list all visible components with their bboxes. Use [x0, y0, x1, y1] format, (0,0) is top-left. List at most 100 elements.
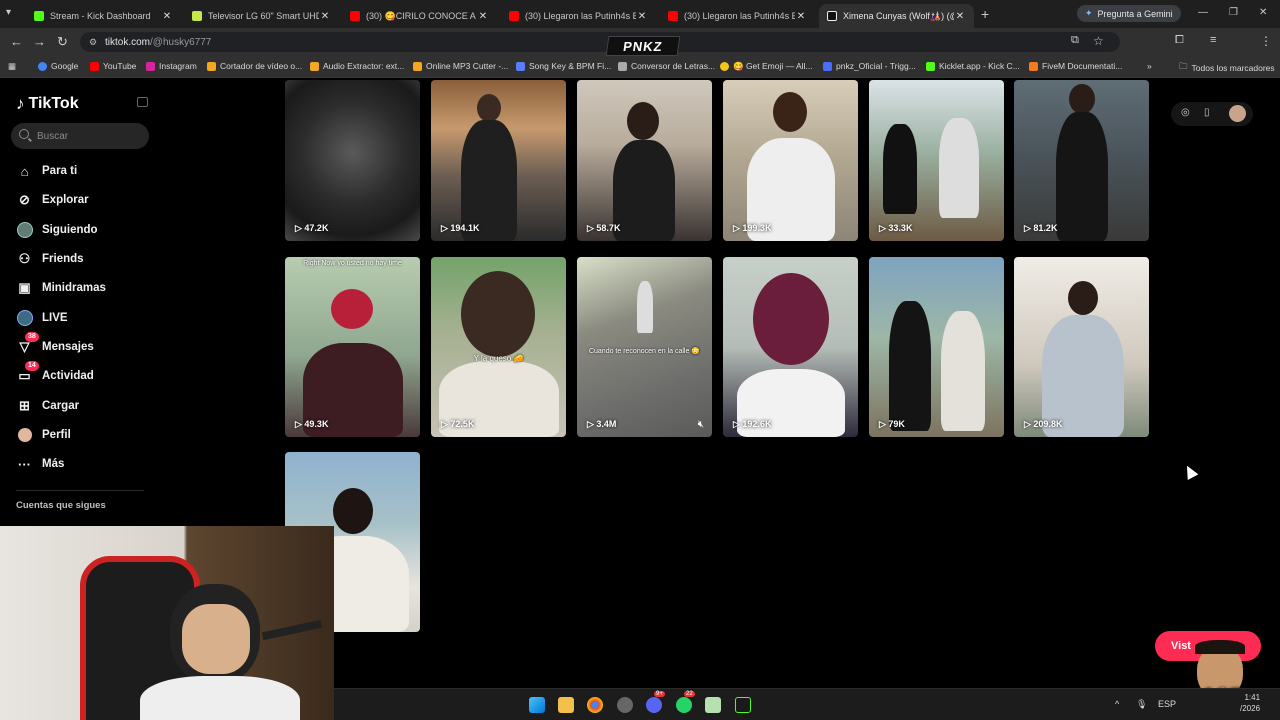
gemini-button[interactable]: ✦ Pregunta a Gemini — [1077, 5, 1181, 22]
bookmark-item[interactable]: FiveM Documentati... — [1029, 61, 1122, 71]
app-icon[interactable] — [617, 697, 633, 713]
close-window-icon[interactable]: ✕ — [1259, 7, 1267, 18]
browser-tab[interactable]: (30) Llegaron las Putinh4s Brasil ✕ — [501, 4, 656, 28]
video-tile[interactable]: Cuando te reconocen en la calle 😳 ▷ 3.4M… — [577, 257, 712, 437]
nav-item-perfil[interactable]: Perfil — [16, 424, 71, 446]
extensions-puzzle-icon[interactable]: ⧠ — [1175, 34, 1184, 47]
bookmark-item[interactable]: Kicklet.app - Kick C... — [926, 61, 1020, 71]
more-bookmarks-icon[interactable]: » — [1147, 61, 1152, 71]
browser-tab[interactable]: (30) 😋CIRILO CONOCE A POM ✕ — [342, 4, 497, 28]
person-figure — [182, 604, 250, 674]
new-tab-button[interactable]: + — [981, 6, 989, 22]
close-icon[interactable]: ✕ — [319, 11, 331, 22]
video-tile[interactable]: ▷ 194.1K — [431, 80, 566, 241]
file-explorer-icon[interactable] — [558, 697, 574, 713]
notification-badge: 22 — [684, 691, 695, 697]
browser-tab[interactable]: (30) Llegaron las Putinh4s Brasil ✕ — [660, 4, 815, 28]
minimize-icon[interactable]: — — [1198, 7, 1208, 18]
microphone-icon[interactable]: 🎙︎ — [1136, 699, 1147, 710]
close-icon[interactable]: ✕ — [954, 11, 966, 22]
video-tile[interactable]: ▷ 209.8K — [1014, 257, 1149, 437]
video-tile[interactable]: ▷ 192.6K — [723, 257, 858, 437]
video-tile[interactable]: ▷ 81.2K — [1014, 80, 1149, 241]
menu-dots-icon[interactable]: ⋮ — [1260, 34, 1272, 48]
notification-badge: 9+ — [654, 691, 665, 697]
apps-grid-icon[interactable]: ▦ — [8, 61, 16, 72]
nav-item-explorar[interactable]: ⊘ Explorar — [16, 189, 89, 211]
browser-tab-active[interactable]: Ximena Cunyas (Wolf🎎) (@h ✕ — [819, 4, 974, 28]
video-tile[interactable]: ▷ 58.7K — [577, 80, 712, 241]
browser-tab[interactable]: Televisor LG 60" Smart UHD 4K ✕ — [184, 4, 339, 28]
collapse-sidebar-icon[interactable] — [137, 97, 148, 107]
sidebar-divider — [16, 490, 144, 491]
close-icon[interactable]: ✕ — [477, 11, 489, 22]
close-icon[interactable]: ✕ — [636, 11, 648, 22]
browser-tab[interactable]: Stream - Kick Dashboard ✕ — [26, 4, 181, 28]
nav-item-cargar[interactable]: ⊞ Cargar — [16, 395, 79, 417]
tiktok-logo[interactable]: ♪ TikTok — [16, 94, 79, 114]
view-count: ▷ 47.2K — [295, 223, 329, 233]
video-tile[interactable]: ▷ 33.3K — [869, 80, 1004, 241]
nav-item-live[interactable]: LIVE — [16, 307, 68, 329]
url-field[interactable]: ⚙ tiktok.com/@husky6777 — [80, 32, 1120, 52]
person-figure — [333, 488, 373, 534]
site-info-icon[interactable]: ⚙ — [89, 37, 97, 48]
whatsapp-icon[interactable]: 22 — [676, 691, 695, 713]
user-avatar[interactable] — [1229, 105, 1246, 122]
bookmark-item[interactable]: Google — [38, 61, 78, 71]
start-icon[interactable] — [529, 697, 545, 713]
bookmark-item[interactable]: Conversor de Letras... — [618, 61, 715, 71]
bookmark-item[interactable]: pnkz_Oficial - Trigg... — [823, 61, 916, 71]
bookmark-item[interactable]: Online MP3 Cutter -... — [413, 61, 508, 71]
close-icon[interactable]: ✕ — [161, 11, 173, 22]
chrome-icon[interactable] — [587, 697, 603, 713]
reload-icon[interactable]: ↻ — [57, 34, 68, 50]
person-figure — [753, 273, 829, 365]
bookmark-item[interactable]: Song Key & BPM Fi... — [516, 61, 611, 71]
notepad-icon[interactable] — [705, 697, 721, 713]
bookmark-label: YouTube — [103, 61, 137, 71]
nav-item-mas[interactable]: ··· Más — [16, 453, 64, 475]
restore-icon[interactable]: ❐ — [1229, 7, 1238, 18]
person-figure — [883, 124, 917, 214]
webcam-overlay — [0, 526, 334, 720]
muted-icon[interactable]: 🔇︎ — [698, 419, 704, 430]
video-tile[interactable]: Right Now yo usted no hay time ▷ 49.3K — [285, 257, 420, 437]
taskbar-clock[interactable]: 1:41 /2026 — [1240, 692, 1260, 714]
view-count: ▷ 192.6K — [733, 419, 772, 429]
video-tile[interactable]: ▷ 47.2K — [285, 80, 420, 241]
nav-item-actividad[interactable]: ▭ 14 Actividad — [16, 360, 94, 387]
forward-icon[interactable]: → — [33, 34, 46, 49]
media-control-icon[interactable]: ≡ — [1210, 34, 1216, 46]
bookmark-item[interactable]: Cortador de vídeo o... — [207, 61, 302, 71]
tab-search-icon[interactable]: ▾ — [6, 7, 11, 18]
video-tile[interactable]: ▷ 199.3K — [723, 80, 858, 241]
nav-label: Actividad — [42, 370, 94, 382]
close-icon[interactable]: ✕ — [795, 11, 807, 22]
nav-item-para-ti[interactable]: ⌂ Para ti — [16, 160, 78, 182]
fivem-icon — [1029, 61, 1038, 71]
store-icon — [192, 11, 202, 21]
discord-icon[interactable]: 9+ — [646, 691, 665, 713]
nav-item-mensajes[interactable]: ▽ 38 Mensajes — [16, 331, 94, 358]
language-indicator[interactable]: ESP — [1158, 699, 1176, 709]
video-tile[interactable]: ▷ 79K — [869, 257, 1004, 437]
video-tile[interactable]: Y la queso 🧀 ▷ 72.5K — [431, 257, 566, 437]
bookmark-star-icon[interactable]: ☆ — [1093, 34, 1104, 48]
coins-icon[interactable]: ◎ — [1181, 107, 1190, 118]
bookmark-item[interactable]: 😋 Get Emoji — All... — [720, 61, 813, 72]
kick-icon[interactable] — [735, 697, 751, 713]
nav-item-minidramas[interactable]: ▣ Minidramas — [16, 277, 106, 299]
back-icon[interactable]: ← — [10, 34, 23, 49]
nav-item-siguiendo[interactable]: Siguiendo — [16, 219, 98, 241]
bookmark-item[interactable]: YouTube — [90, 61, 136, 71]
all-bookmarks-folder[interactable]: 🗀 Todos los marcadores — [1179, 61, 1275, 75]
bookmark-item[interactable]: Audio Extractor: ext... — [310, 61, 404, 71]
view-count: ▷ 3.4M — [587, 419, 617, 429]
tray-chevron-icon[interactable]: ^ — [1115, 699, 1119, 709]
install-app-icon[interactable]: ⧉ — [1071, 34, 1079, 47]
bookmark-item[interactable]: Instagram — [146, 61, 197, 71]
device-icon[interactable]: ▯ — [1204, 107, 1210, 118]
nav-item-friends[interactable]: ⚇ Friends — [16, 248, 84, 270]
search-input[interactable]: Buscar — [11, 123, 149, 149]
